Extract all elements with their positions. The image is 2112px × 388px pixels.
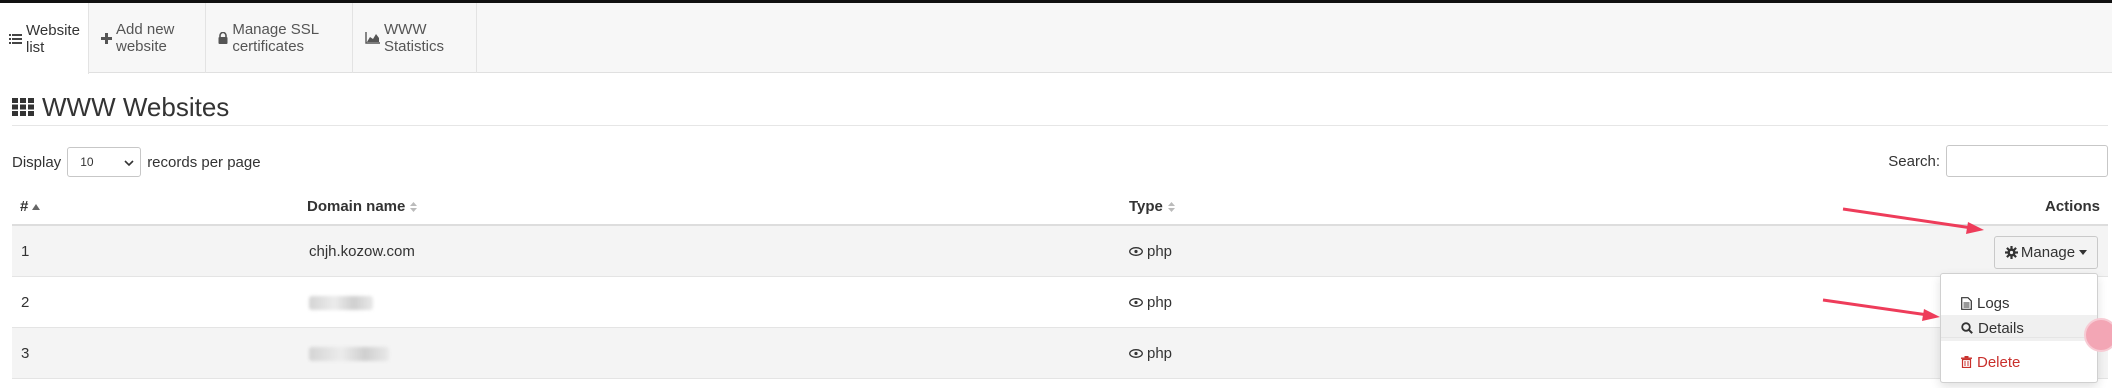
annotation-arrow-details bbox=[1822, 298, 1940, 321]
annotation-arrows bbox=[1822, 207, 1984, 321]
annotation-arrow-manage bbox=[1842, 207, 1984, 234]
